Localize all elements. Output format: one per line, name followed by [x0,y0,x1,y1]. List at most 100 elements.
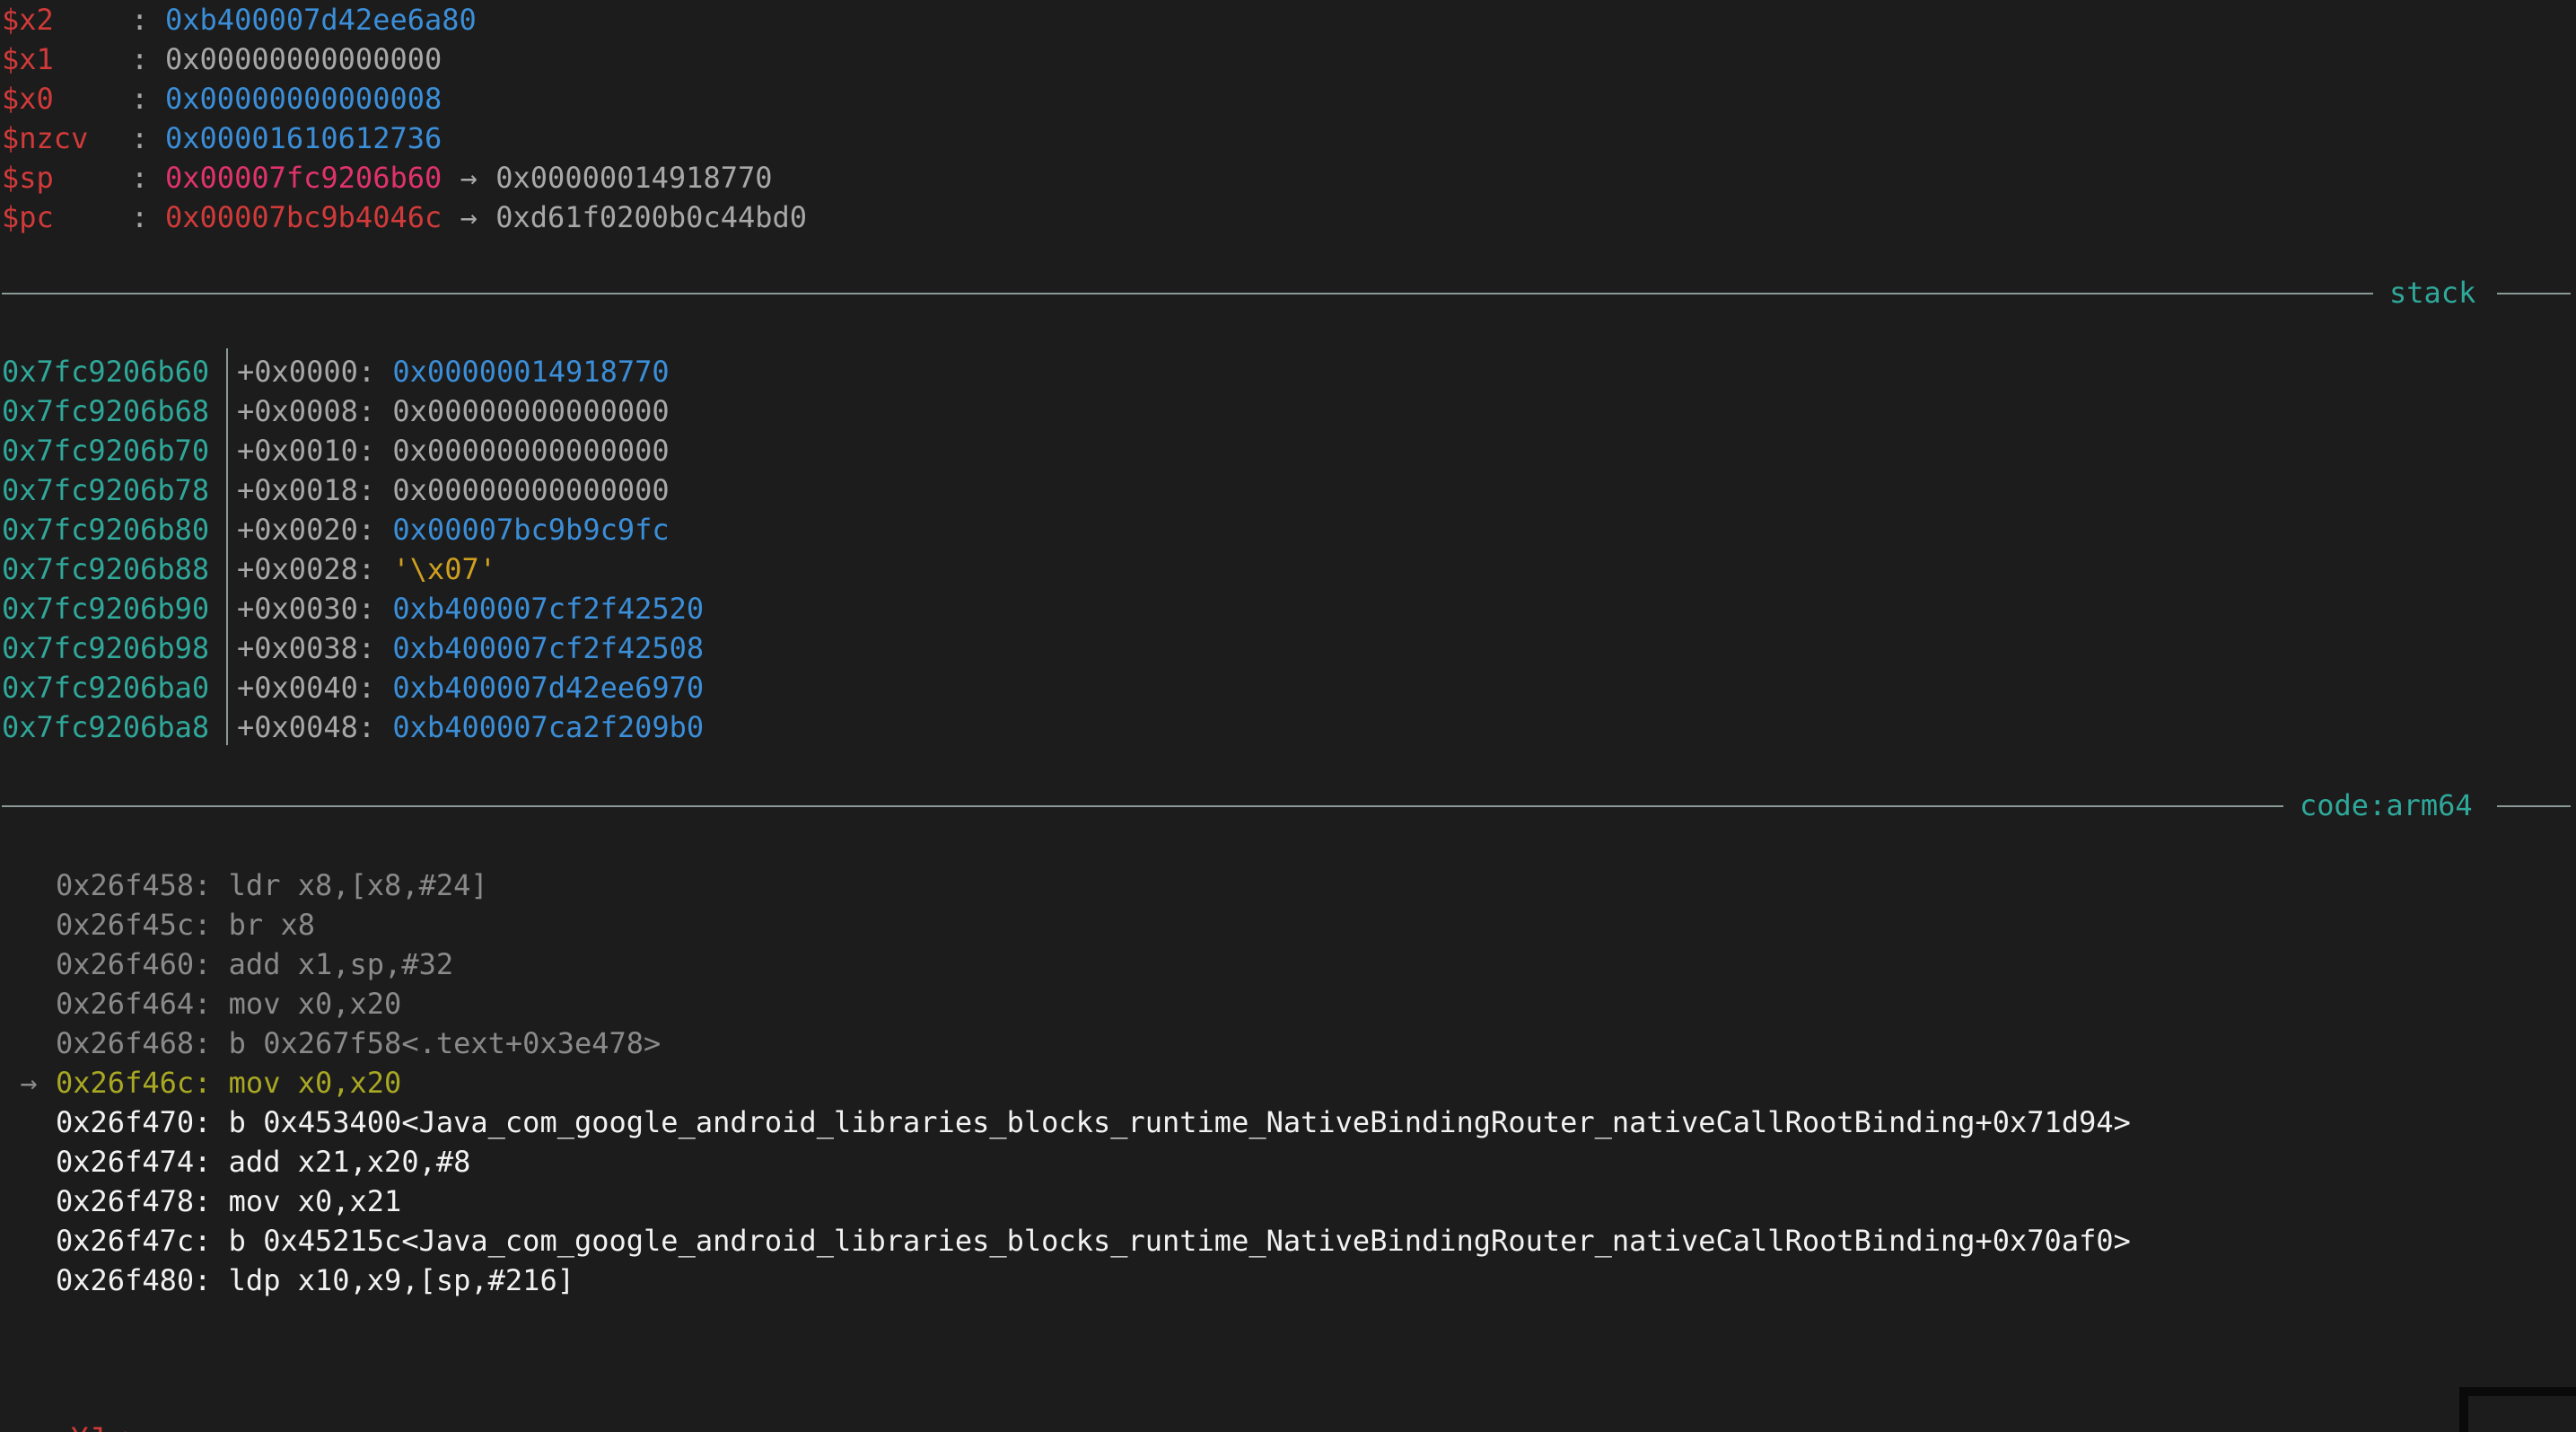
stack-value[interactable]: 0x00000000000000 [392,434,669,468]
instruction-row[interactable]: 0x26f480: ldp x10,x9,[sp,#216] [2,1261,574,1300]
instruction-spacer [211,1026,228,1060]
instruction-row[interactable]: 0x26f470: b 0x453400<Java_com_google_and… [2,1103,2131,1142]
register-value[interactable]: 0x00007bc9b4046c [165,200,442,234]
instruction-address[interactable]: 0x26f45c: [56,908,211,942]
register-name: $x0 [2,82,54,116]
stack-address[interactable]: 0x7fc9206b90 [2,589,237,628]
instruction-row[interactable]: 0x26f45c: br x8 [2,905,315,944]
register-row[interactable]: $x2:0xb400007d42ee6a80 [2,0,477,40]
stack-address[interactable]: 0x7fc9206ba8 [2,707,237,747]
stack-value[interactable]: 0xb400007d42ee6970 [392,671,704,705]
instruction-address[interactable]: 0x26f460: [56,947,211,981]
register-colon: : [131,82,149,116]
instruction-row[interactable]: 0x26f458: ldr x8,[x8,#24] [2,865,488,905]
instruction-spacer [211,1105,228,1139]
stack-row[interactable]: 0x7fc9206b88 +0x0028: '\x07' [2,549,496,589]
current-instruction-row[interactable]: → 0x26f46c: mov x0,x20 [2,1063,401,1103]
stack-row[interactable]: 0x7fc9206b60 +0x0000: 0x00000014918770 [2,352,670,391]
instruction-text: mov x0,x21 [228,1184,402,1218]
stack-offset: +0x0018: [237,473,376,507]
stack-value[interactable]: 0x00000014918770 [392,355,669,389]
register-value[interactable]: 0x00007fc9206b60 [165,161,442,195]
instruction-row[interactable]: 0x26f460: add x1,sp,#32 [2,944,453,984]
instruction-text: ldp x10,x9,[sp,#216] [228,1263,574,1297]
stack-address[interactable]: 0x7fc9206b88 [2,549,237,589]
instruction-spacer [211,947,228,981]
stack-address[interactable]: 0x7fc9206b68 [2,391,237,431]
stack-address[interactable]: 0x7fc9206b80 [2,510,237,549]
instruction-text: b 0x267f58<.text+0x3e478> [228,1026,662,1060]
register-row[interactable]: $x1:0x00000000000000 [2,40,442,79]
instruction-address[interactable]: 0x26f480: [56,1263,211,1297]
register-name: $x2 [2,3,54,37]
stack-value[interactable]: 0x00000000000000 [392,473,669,507]
register-deref-value[interactable]: 0xd61f0200b0c44bd0 [495,200,807,234]
register-colon: : [131,121,149,155]
stack-spacer [375,473,392,507]
instruction-row[interactable]: 0x26f468: b 0x267f58<.text+0x3e478> [2,1023,661,1063]
instruction-row[interactable]: 0x26f478: mov x0,x21 [2,1182,401,1221]
register-deref-value[interactable]: 0x00000014918770 [495,161,772,195]
stack-row[interactable]: 0x7fc9206b78 +0x0018: 0x00000000000000 [2,470,670,510]
instruction-spacer [211,1224,228,1258]
instruction-row[interactable]: 0x26f464: mov x0,x20 [2,984,401,1023]
stack-value[interactable]: 0x00007bc9b9c9fc [392,513,669,547]
register-value[interactable]: 0x00000000000000 [165,42,442,76]
instruction-row[interactable]: 0x26f47c: b 0x45215c<Java_com_google_and… [2,1221,2131,1261]
stack-separator-tail [2497,293,2571,294]
instruction-text: b 0x453400<Java_com_google_android_libra… [228,1105,2131,1139]
instruction-row[interactable]: 0x26f474: add x21,x20,#8 [2,1142,470,1182]
register-name: $nzcv [2,121,89,155]
stack-spacer [375,513,392,547]
stack-offset: +0x0048: [237,710,376,744]
stack-address[interactable]: 0x7fc9206b78 [2,470,237,510]
deref-arrow-icon: → [460,161,478,195]
register-row[interactable]: $nzcv:0x00001610612736 [2,119,442,158]
stack-value[interactable]: 0x00000000000000 [392,394,669,428]
stack-separator [2,293,2373,294]
instruction-address[interactable]: 0x26f464: [56,987,211,1021]
register-name: $pc [2,200,54,234]
stack-row[interactable]: 0x7fc9206ba0 +0x0040: 0xb400007d42ee6970 [2,668,704,707]
instruction-address[interactable]: 0x26f474: [56,1145,211,1179]
register-value[interactable]: 0x00001610612736 [165,121,442,155]
command-prompt[interactable]: YJ ➤ [2,1379,140,1432]
stack-value[interactable]: '\x07' [392,552,496,586]
current-arrow-icon: → [20,1066,38,1100]
stack-row[interactable]: 0x7fc9206b80 +0x0020: 0x00007bc9b9c9fc [2,510,670,549]
stack-value[interactable]: 0xb400007ca2f209b0 [392,710,704,744]
stack-address[interactable]: 0x7fc9206ba0 [2,668,237,707]
instruction-address[interactable]: 0x26f470: [56,1105,211,1139]
stack-address[interactable]: 0x7fc9206b98 [2,628,237,668]
register-row[interactable]: $sp:0x00007fc9206b60 → 0x00000014918770 [2,158,773,198]
instruction-address[interactable]: 0x26f46c: [56,1066,211,1100]
stack-offset: +0x0038: [237,631,376,665]
instruction-address[interactable]: 0x26f458: [56,868,211,902]
register-value[interactable]: 0xb400007d42ee6a80 [165,3,477,37]
stack-value[interactable]: 0xb400007cf2f42508 [392,631,704,665]
stack-row[interactable]: 0x7fc9206b70 +0x0010: 0x00000000000000 [2,431,670,470]
stack-offset: +0x0008: [237,394,376,428]
stack-spacer [375,355,392,389]
instruction-text: ldr x8,[x8,#24] [228,868,488,902]
stack-offset: +0x0040: [237,671,376,705]
register-row[interactable]: $x0:0x00000000000008 [2,79,442,119]
stack-row[interactable]: 0x7fc9206ba8 +0x0048: 0xb400007ca2f209b0 [2,707,704,747]
stack-row[interactable]: 0x7fc9206b98 +0x0038: 0xb400007cf2f42508 [2,628,704,668]
stack-spacer [375,592,392,626]
stack-row[interactable]: 0x7fc9206b68 +0x0008: 0x00000000000000 [2,391,670,431]
register-name: $x1 [2,42,54,76]
stack-address[interactable]: 0x7fc9206b60 [2,352,237,391]
instruction-address[interactable]: 0x26f468: [56,1026,211,1060]
instruction-spacer [211,1263,228,1297]
stack-spacer [375,394,392,428]
stack-value[interactable]: 0xb400007cf2f42520 [392,592,704,626]
register-row[interactable]: $pc:0x00007bc9b4046c → 0xd61f0200b0c44bd0 [2,198,807,237]
stack-address[interactable]: 0x7fc9206b70 [2,431,237,470]
window-corner [2459,1387,2576,1432]
instruction-spacer [211,868,228,902]
stack-row[interactable]: 0x7fc9206b90 +0x0030: 0xb400007cf2f42520 [2,589,704,628]
register-value[interactable]: 0x00000000000008 [165,82,442,116]
instruction-address[interactable]: 0x26f478: [56,1184,211,1218]
instruction-address[interactable]: 0x26f47c: [56,1224,211,1258]
